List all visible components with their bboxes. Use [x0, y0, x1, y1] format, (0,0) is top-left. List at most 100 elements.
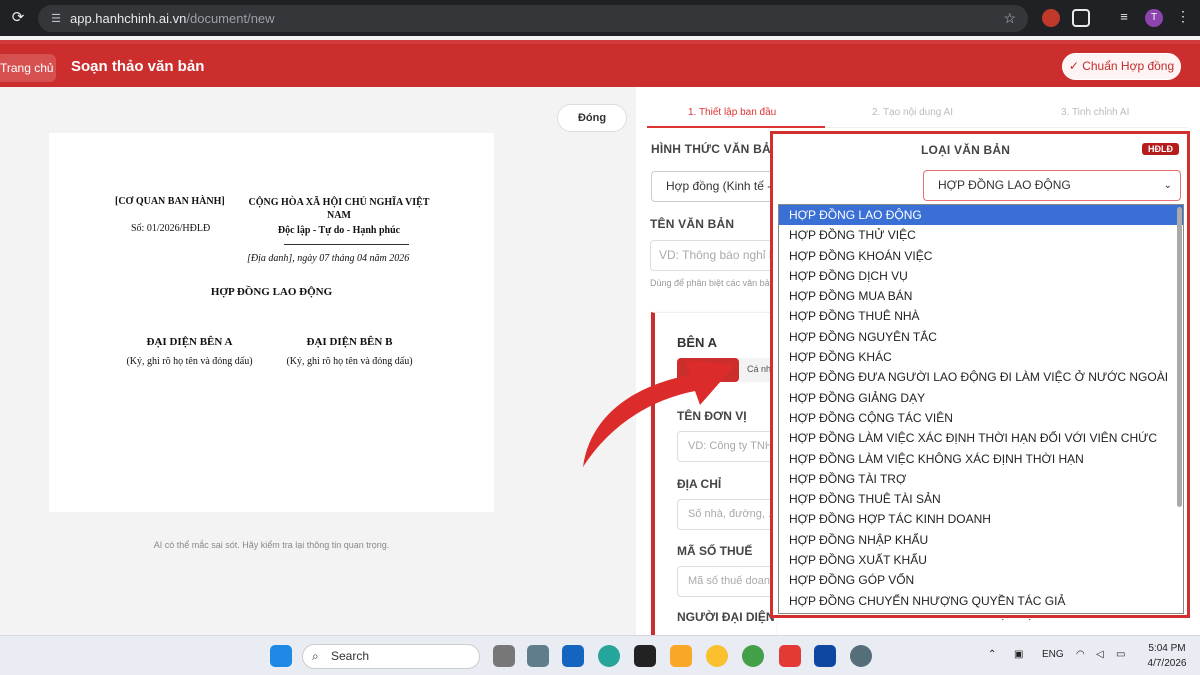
contract-standard-button[interactable]: ✓ Chuẩn Hợp đồng — [1062, 53, 1181, 80]
address-input[interactable]: Số nhà, đường, ... — [677, 499, 782, 530]
dropdown-option[interactable]: HỢP ĐỒNG MUA BÁN — [779, 286, 1183, 306]
dropdown-option[interactable]: HỢP ĐỒNG KHÁC — [779, 347, 1183, 367]
url-text: app.hanhchinh.ai.vn/document/new — [70, 11, 275, 26]
page-title: Soạn thảo văn bản — [71, 58, 205, 75]
document-preview: [CƠ QUAN BAN HÀNH] Số: 01/2026/HĐLĐ CỘNG… — [49, 133, 494, 512]
clock-date: 4/7/2026 — [1147, 658, 1187, 669]
sign-a-note: (Ký, ghi rõ họ tên và đóng dấu) — [126, 356, 253, 367]
app-header: Trang chủ Soạn thảo văn bản ✓ Chuẩn Hợp … — [0, 40, 1200, 87]
dropdown-option[interactable]: HỢP ĐỒNG CHUYỂN NHƯỢNG QUYỀN TÁC GIẢ — [779, 591, 1183, 611]
sign-a-title: ĐẠI DIỆN BÊN A — [146, 336, 233, 348]
representative-label: NGƯỜI ĐẠI DIỆN — [677, 610, 775, 624]
dropdown-option[interactable]: HỢP ĐỒNG NHẬP KHẨU — [779, 530, 1183, 550]
dropdown-option[interactable]: HỢP ĐỒNG GÓP VỐN — [779, 570, 1183, 590]
start-icon[interactable] — [270, 645, 292, 667]
doc-motto: Độc lập - Tự do - Hạnh phúc — [277, 225, 401, 236]
dropdown-option[interactable]: HỢP ĐỒNG CỘNG TÁC VIÊN — [779, 408, 1183, 428]
address-label: ĐỊA CHỈ — [677, 477, 722, 491]
red-arrow-annotation — [583, 360, 735, 467]
preview-pane: Đóng [CƠ QUAN BAN HÀNH] Số: 01/2026/HĐLĐ… — [0, 87, 636, 635]
doc-nation: CỘNG HÒA XÃ HỘI CHỦ NGHĨA VIỆT NAM — [248, 197, 430, 221]
capcut-icon[interactable] — [634, 645, 656, 667]
bookmark-star-icon[interactable]: ☆ — [1003, 10, 1016, 27]
document-type-highlight: LOẠI VĂN BẢN HĐLĐ HỢP ĐỒNG LAO ĐỘNG ⌄ HỢP… — [770, 131, 1190, 618]
type-select[interactable]: HỢP ĐỒNG LAO ĐỘNG ⌄ — [923, 170, 1181, 201]
edge-icon[interactable] — [598, 645, 620, 667]
clock-time: 5:04 PM — [1148, 643, 1186, 654]
sign-b-note: (Ký, ghi rõ họ tên và đóng dấu) — [286, 356, 413, 367]
chevron-down-icon: ⌄ — [1163, 180, 1172, 191]
dropdown-option[interactable]: HỢP ĐỒNG ĐƯA NGƯỜI LAO ĐỘNG ĐI LÀM VIỆC … — [779, 367, 1183, 387]
windows-taskbar: ⌕ Search ⌃ ▣ ENG ◠ ◁ ▭ 5:04 PM 4/7/2026 — [0, 635, 1200, 675]
dropdown-option[interactable]: HỢP ĐỒNG LÀM VIỆC KHÔNG XÁC ĐỊNH THỜI HẠ… — [779, 449, 1183, 469]
url-host: app.hanhchinh.ai.vn — [70, 11, 187, 26]
task-view-icon[interactable] — [493, 645, 515, 667]
extension-shield-icon[interactable] — [1042, 9, 1060, 27]
dropdown-option[interactable]: HỢP ĐỒNG THUÊ NHÀ — [779, 306, 1183, 326]
dropdown-option[interactable]: HỢP ĐỒNG THỬ VIỆC — [779, 225, 1183, 245]
active-tab-indicator — [647, 126, 825, 128]
dropdown-option[interactable]: HỢP ĐỒNG LÀM VIỆC XÁC ĐỊNH THỜI HẠN ĐỐI … — [779, 428, 1183, 448]
search-icon: ⌕ — [312, 649, 319, 663]
dropdown-option[interactable]: HỢP ĐỒNG KHOÁN VIỆC — [779, 246, 1183, 266]
dropdown-option[interactable]: HỢP ĐỒNG HỢP TÁC KINH DOANH — [779, 509, 1183, 529]
tray-chevron-icon[interactable]: ⌃ — [988, 649, 996, 660]
tax-input[interactable]: Mã số thuế doanh nghiệp — [677, 566, 782, 597]
tab-step-2[interactable]: 2. Tạo nội dung AI — [872, 107, 953, 118]
site-info-icon[interactable]: ☰ — [46, 12, 66, 25]
doc-agency: [CƠ QUAN BAN HÀNH] — [115, 196, 225, 207]
browser-menu-icon[interactable]: ⋮ — [1176, 8, 1190, 25]
tab-divider — [825, 127, 1187, 128]
dropdown-scrollbar[interactable] — [1177, 207, 1182, 507]
file-explorer-icon[interactable] — [670, 645, 692, 667]
type-dropdown-list[interactable]: HỢP ĐỒNG LAO ĐỘNG HỢP ĐỒNG THỬ VIỆC HỢP ĐỒ… — [778, 204, 1184, 614]
format-label: HÌNH THỨC VĂN BẢN — [651, 142, 780, 156]
doc-title: HỢP ĐỒNG LAO ĐỘNG — [210, 286, 333, 298]
tray-app-icon[interactable]: ▣ — [1014, 649, 1023, 660]
extensions-puzzle-icon[interactable] — [1072, 9, 1090, 27]
profile-avatar[interactable]: T — [1145, 9, 1163, 27]
dropdown-option[interactable]: HỢP ĐỒNG LAO ĐỘNG — [779, 205, 1183, 226]
dropdown-option[interactable]: HỢP ĐỒNG DỊCH VỤ — [779, 266, 1183, 286]
sign-b-title: ĐẠI DIỆN BÊN B — [306, 336, 393, 348]
tab-step-3[interactable]: 3. Tinh chỉnh AI — [1061, 107, 1129, 118]
type-label: LOẠI VĂN BẢN — [921, 143, 1011, 157]
language-indicator[interactable]: ENG — [1042, 649, 1064, 660]
search-label: Search — [331, 649, 370, 663]
app-icon[interactable] — [814, 645, 836, 667]
url-path: /document/new — [186, 11, 275, 26]
tax-label: MÃ SỐ THUẾ — [677, 544, 753, 558]
address-bar[interactable]: ☰ app.hanhchinh.ai.vn/document/new ☆ — [38, 5, 1028, 32]
type-value: HỢP ĐỒNG LAO ĐỘNG — [938, 178, 1071, 192]
name-label: TÊN VĂN BẢN — [650, 217, 735, 231]
zalo-icon[interactable] — [779, 645, 801, 667]
tab-step-1[interactable]: 1. Thiết lập ban đầu — [688, 107, 776, 118]
motto-underline — [284, 244, 409, 245]
doc-number: Số: 01/2026/HĐLĐ — [131, 223, 211, 234]
chrome-profile-icon[interactable] — [742, 645, 764, 667]
close-preview-button[interactable]: Đóng — [557, 104, 627, 132]
media-control-icon[interactable]: ≡ — [1115, 9, 1133, 27]
browser-toolbar: ⟳ ☰ app.hanhchinh.ai.vn/document/new ☆ ≡… — [0, 0, 1200, 36]
home-button[interactable]: Trang chủ — [0, 54, 56, 82]
dropdown-option[interactable]: HỢP ĐỒNG XUẤT KHẨU — [779, 550, 1183, 570]
type-badge: HĐLĐ — [1142, 143, 1179, 155]
document-name-input[interactable]: VD: Thông báo nghỉ lễ — [650, 240, 780, 271]
volume-icon[interactable]: ◁ — [1096, 649, 1104, 660]
doc-date: [Địa danh], ngày 07 tháng 04 năm 2026 — [247, 253, 410, 264]
battery-icon[interactable]: ▭ — [1116, 649, 1125, 660]
ai-disclaimer: AI có thể mắc sai sót. Hãy kiểm tra lại … — [153, 540, 390, 550]
taskbar-search[interactable]: ⌕ Search — [302, 644, 480, 669]
dropdown-option[interactable]: HỢP ĐỒNG THUÊ TÀI SẢN — [779, 489, 1183, 509]
dropdown-option[interactable]: HỢP ĐỒNG GIẢNG DẠY — [779, 388, 1183, 408]
store-icon[interactable] — [527, 645, 549, 667]
chrome-icon[interactable] — [706, 645, 728, 667]
settings-icon[interactable] — [850, 645, 872, 667]
dropdown-option[interactable]: HỢP ĐỒNG TÀI TRỢ — [779, 469, 1183, 489]
name-hint: Dùng để phân biệt các văn bản — [650, 278, 775, 288]
dropdown-option[interactable]: HỢP ĐỒNG NGUYÊN TẮC — [779, 327, 1183, 347]
wifi-icon[interactable]: ◠ — [1076, 649, 1085, 660]
reload-icon[interactable]: ⟳ — [9, 9, 27, 27]
taskbar-clock[interactable]: 5:04 PM 4/7/2026 — [1142, 641, 1192, 671]
mail-icon[interactable] — [562, 645, 584, 667]
